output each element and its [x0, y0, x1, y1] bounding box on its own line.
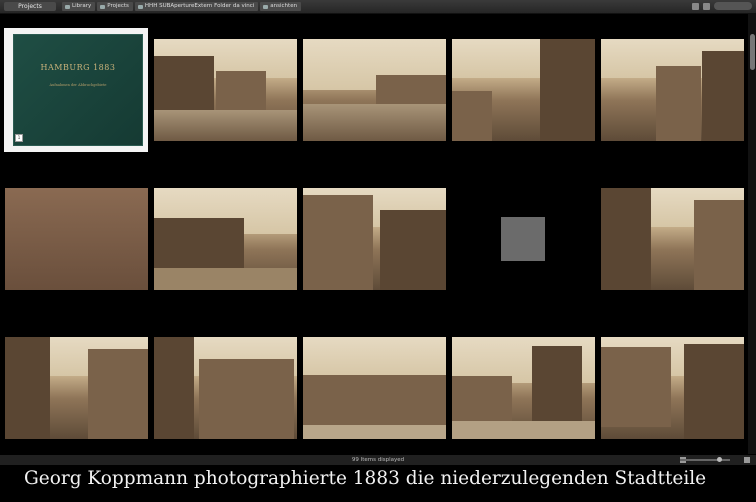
photo-building: [684, 344, 744, 439]
photo-building: [380, 210, 446, 290]
photo-thumbnail[interactable]: [601, 337, 744, 439]
photo-water: [154, 110, 297, 141]
photo-building: [376, 75, 446, 105]
search-input[interactable]: [714, 2, 752, 10]
projects-button[interactable]: Projects: [4, 2, 56, 11]
photo-building: [154, 56, 214, 111]
caption-text: Georg Koppmann photographierte 1883 die …: [24, 468, 707, 489]
photo-building: [540, 39, 595, 141]
toolbar-right: [692, 2, 752, 10]
folder-icon: [137, 4, 143, 9]
large-thumbnail-icon[interactable]: [744, 457, 750, 463]
photo-thumbnail[interactable]: [154, 39, 297, 141]
breadcrumb-projects[interactable]: Projects: [97, 2, 133, 11]
photo-thumbnail[interactable]: [154, 188, 297, 290]
breadcrumb-label: HHH SUBApertureExtern Folder da vinci: [144, 3, 255, 9]
thumbnail-size-slider[interactable]: [680, 459, 730, 461]
photo-building: [199, 359, 294, 439]
status-bar: 99 Items displayed: [0, 455, 756, 465]
photo-building: [601, 347, 671, 427]
photo-ground: [452, 420, 595, 439]
book-cover-thumbnail[interactable]: HAMBURG 1883 Aufnahmen der Abbruchgebiet…: [13, 34, 143, 146]
photo-thumbnail[interactable]: [303, 337, 446, 439]
stack-badge[interactable]: 1: [15, 134, 23, 142]
photo-ground: [154, 267, 297, 290]
slider-knob[interactable]: [717, 457, 722, 462]
photo-thumbnail[interactable]: [303, 188, 446, 290]
breadcrumb-label: Library: [72, 3, 92, 9]
items-displayed-count: 99 Items displayed: [351, 457, 405, 463]
vertical-scrollbar[interactable]: [748, 14, 756, 454]
photo-thumbnail[interactable]: [601, 39, 744, 141]
photo-thumbnail[interactable]: [5, 188, 148, 290]
photo-building: [154, 218, 244, 268]
photo-thumbnail[interactable]: [452, 39, 595, 141]
top-toolbar: Projects Library Projects HHH SUBApertur…: [0, 0, 756, 14]
breadcrumb-album[interactable]: ansichten: [260, 2, 302, 11]
photo-building: [154, 337, 194, 439]
photo-building: [452, 91, 492, 141]
photo-building: [5, 337, 50, 439]
album-icon: [263, 4, 269, 9]
photo-building: [303, 195, 373, 290]
view-mode-icon[interactable]: [692, 2, 699, 10]
filter-icon[interactable]: [703, 2, 710, 10]
photo-building: [88, 349, 148, 439]
loading-thumbnail-placeholder[interactable]: [501, 217, 545, 261]
breadcrumb-label: Projects: [107, 3, 129, 9]
photo-water: [303, 104, 446, 141]
photo-building: [5, 188, 148, 290]
photo-building: [303, 375, 446, 425]
breadcrumb-label: ansichten: [270, 3, 298, 9]
photo-ground: [303, 424, 446, 439]
breadcrumb-library[interactable]: Library: [62, 2, 96, 11]
photo-building: [656, 66, 701, 141]
breadcrumb: Library Projects HHH SUBApertureExtern F…: [62, 2, 302, 11]
photo-thumbnail[interactable]: [154, 337, 297, 439]
photo-thumbnail[interactable]: [601, 188, 744, 290]
photo-building: [216, 71, 266, 111]
photo-building: [452, 376, 512, 421]
scrollbar-thumb[interactable]: [750, 34, 755, 70]
folder-icon: [65, 4, 70, 9]
folder-icon: [100, 4, 106, 9]
photo-thumbnail[interactable]: [303, 39, 446, 141]
book-title: HAMBURG 1883: [40, 63, 116, 72]
photo-thumbnail[interactable]: [5, 337, 148, 439]
photo-building: [694, 200, 744, 290]
photo-sky: [303, 337, 446, 378]
breadcrumb-folder[interactable]: HHH SUBApertureExtern Folder da vinci: [134, 2, 259, 11]
book-subtitle: Aufnahmen der Abbruchgebiete: [49, 83, 107, 87]
photo-thumbnail[interactable]: [452, 337, 595, 439]
photo-building: [601, 188, 651, 290]
photo-building: [532, 346, 582, 421]
photo-building: [702, 51, 744, 141]
